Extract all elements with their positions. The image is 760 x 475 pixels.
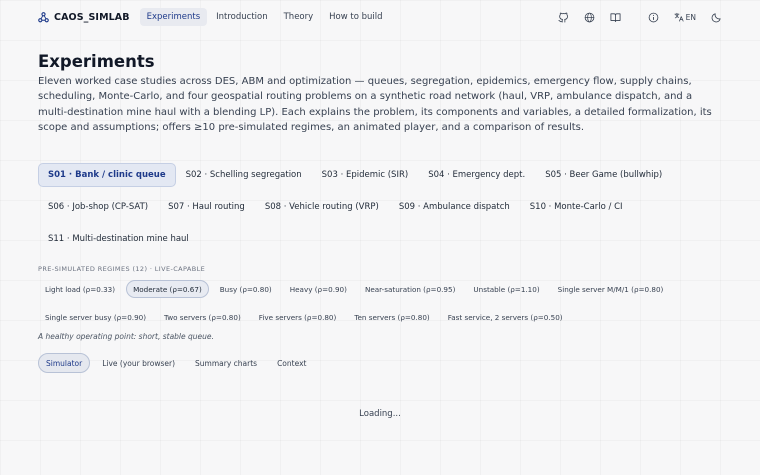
tab-simulator[interactable]: Simulator [38, 353, 91, 373]
page-header: Experiments Eleven worked case studies a… [38, 52, 722, 135]
translate-icon [674, 12, 684, 22]
regime-chip[interactable]: Busy (ρ=0.80) [213, 280, 279, 298]
github-icon[interactable] [558, 11, 570, 23]
language-label: EN [685, 12, 696, 22]
regime-chip[interactable]: Fast service, 2 servers (ρ=0.50) [441, 308, 570, 326]
regime-list: Light load (ρ=0.33) Moderate (ρ=0.67) Busy… [38, 280, 722, 326]
regime-chip[interactable]: Single server M/M/1 (ρ=0.80) [551, 280, 671, 298]
nav-experiments[interactable]: Experiments [139, 8, 208, 26]
regime-chip[interactable]: Heavy (ρ=0.90) [283, 280, 354, 298]
tab-summary-charts[interactable]: Summary charts [187, 353, 265, 373]
nav-theory[interactable]: Theory [277, 8, 321, 26]
nav-introduction[interactable]: Introduction [209, 8, 274, 26]
brand[interactable]: CAOS_SIMLAB [38, 12, 130, 23]
case-s04[interactable]: S04 · Emergency dept. [418, 163, 535, 187]
case-s08[interactable]: S08 · Vehicle routing (VRP) [255, 195, 389, 219]
book-icon[interactable] [610, 11, 622, 23]
case-s03[interactable]: S03 · Epidemic (SIR) [312, 163, 419, 187]
case-s06[interactable]: S06 · Job-shop (CP-SAT) [38, 195, 158, 219]
regime-chip[interactable]: Moderate (ρ=0.67) [126, 280, 209, 298]
regime-chip[interactable]: Ten servers (ρ=0.80) [347, 308, 436, 326]
info-icon[interactable] [648, 11, 660, 23]
language-switch[interactable]: EN [674, 12, 696, 22]
case-s01[interactable]: S01 · Bank / clinic queue [38, 163, 176, 187]
regime-chip[interactable]: Unstable (ρ=1.10) [466, 280, 546, 298]
toolbar: EN [558, 11, 722, 23]
case-s05[interactable]: S05 · Beer Game (bullwhip) [535, 163, 672, 187]
main-nav: Experiments Introduction Theory How to b… [139, 8, 390, 26]
regime-description: A healthy operating point: short, stable… [38, 332, 214, 341]
tab-context[interactable]: Context [269, 353, 314, 373]
globe-icon[interactable] [584, 11, 596, 23]
regime-chip[interactable]: Near-saturation (ρ=0.95) [358, 280, 462, 298]
moon-icon[interactable] [710, 11, 722, 23]
case-s02[interactable]: S02 · Schelling segregation [176, 163, 312, 187]
case-s11[interactable]: S11 · Multi-destination mine haul [38, 227, 199, 251]
regime-chip[interactable]: Light load (ρ=0.33) [38, 280, 122, 298]
network-logo-icon [38, 11, 49, 22]
case-s10[interactable]: S10 · Monte-Carlo / CI [520, 195, 633, 219]
loading-status: Loading... [359, 409, 401, 419]
page-intro: Eleven worked case studies across DES, A… [38, 76, 712, 133]
top-bar: CAOS_SIMLAB Experiments Introduction The… [0, 0, 760, 34]
case-study-list: S01 · Bank / clinic queue S02 · Schelling… [38, 163, 718, 251]
case-s09[interactable]: S09 · Ambulance dispatch [389, 195, 520, 219]
case-s07[interactable]: S07 · Haul routing [158, 195, 255, 219]
regimes-heading: PRE-SIMULATED REGIMES (12) · LIVE-CAPABL… [38, 265, 206, 273]
nav-how-to-build[interactable]: How to build [322, 8, 389, 26]
view-tabs: Simulator Live (your browser) Summary char… [38, 353, 314, 373]
tab-live[interactable]: Live (your browser) [94, 353, 183, 373]
regime-chip[interactable]: Two servers (ρ=0.80) [157, 308, 248, 326]
regime-chip[interactable]: Single server busy (ρ=0.90) [38, 308, 153, 326]
regime-chip[interactable]: Five servers (ρ=0.80) [252, 308, 344, 326]
page-title: Experiments [38, 52, 155, 71]
brand-name: CAOS_SIMLAB [54, 11, 130, 23]
